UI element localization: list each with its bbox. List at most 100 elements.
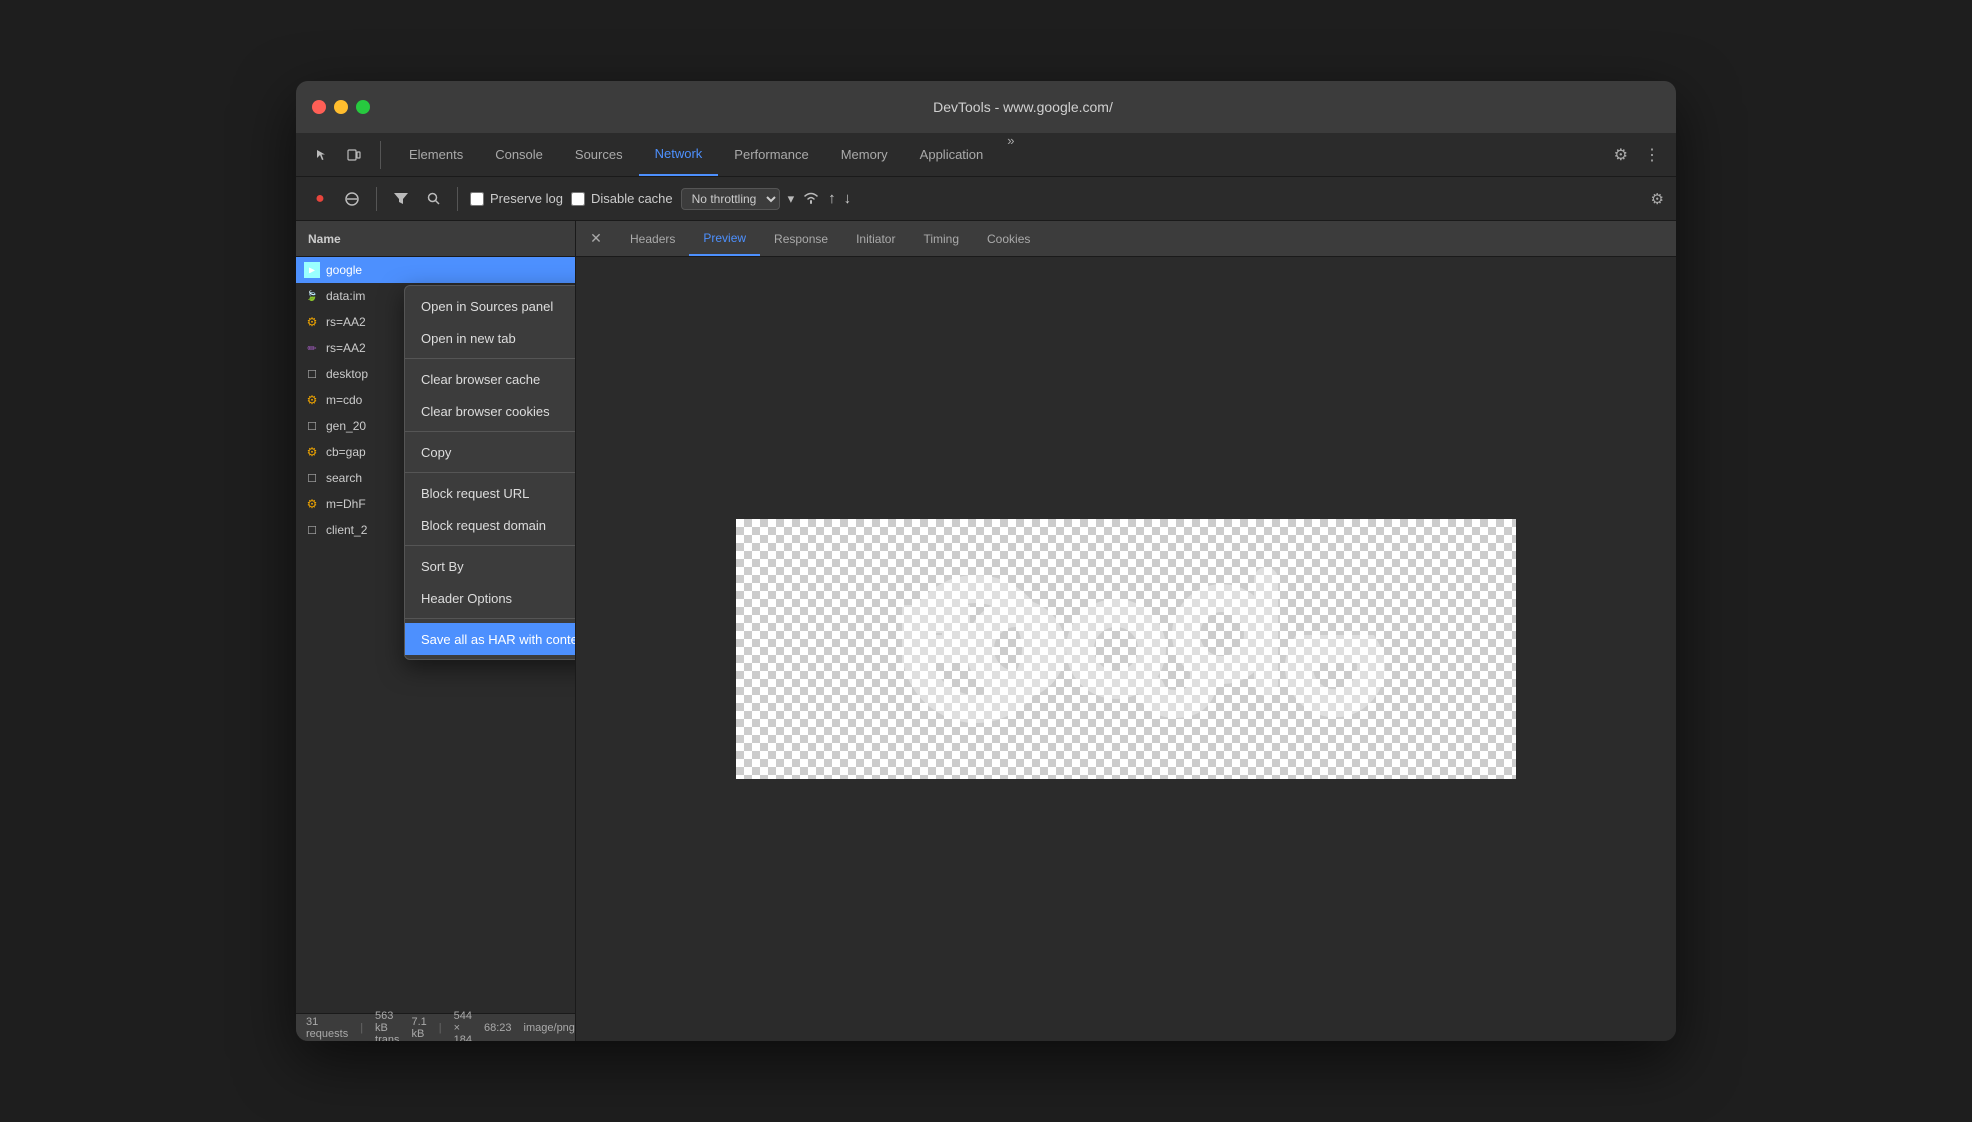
record-button[interactable]: ● <box>308 187 332 211</box>
throttle-dropdown-arrow[interactable]: ▾ <box>788 191 795 207</box>
ctx-open-new-tab[interactable]: Open in new tab <box>405 322 575 354</box>
status-bar: 31 requests | 563 kB trans 7.1 kB | 544 … <box>296 1013 575 1041</box>
preview-area <box>576 257 1676 1041</box>
network-toolbar: ● Preserve log Disable cache <box>296 177 1676 221</box>
download-icon[interactable]: ↓ <box>844 190 852 207</box>
ctx-open-sources[interactable]: Open in Sources panel <box>405 290 575 322</box>
nav-right: ⚙ ⋮ <box>1610 141 1664 169</box>
item-icon-google: ► <box>304 262 320 278</box>
item-icon-file2: ☐ <box>304 418 320 434</box>
google-logo-svg <box>836 549 1416 749</box>
status-requests: 31 requests <box>306 1016 348 1040</box>
name-column-header: Name <box>296 221 575 257</box>
item-name-rs1: rs=AA2 <box>326 315 366 329</box>
ctx-clear-cookies[interactable]: Clear browser cookies <box>405 395 575 427</box>
ctx-sep-4 <box>405 545 575 546</box>
minimize-button[interactable] <box>334 100 348 114</box>
item-icon-file1: ☐ <box>304 366 320 382</box>
more-options-icon[interactable]: ⋮ <box>1640 141 1664 169</box>
wifi-icon <box>802 190 820 208</box>
item-icon-gear2: ⚙ <box>304 392 320 408</box>
ctx-block-domain[interactable]: Block request domain <box>405 509 575 541</box>
detail-tabs: ✕ Headers Preview Response Initiator Tim… <box>576 221 1676 257</box>
status-transferred: 563 kB trans <box>375 1010 399 1042</box>
item-name-cbgap: cb=gap <box>326 445 366 459</box>
item-name-mdhf: m=DhF <box>326 497 366 511</box>
image-preview <box>736 519 1516 779</box>
item-name-mcdo: m=cdo <box>326 393 362 407</box>
ctx-sep-1 <box>405 358 575 359</box>
tab-sources[interactable]: Sources <box>559 133 639 176</box>
disable-cache-group: Disable cache <box>571 191 673 206</box>
main-tabs: Elements Console Sources Network Perform… <box>393 133 1023 176</box>
settings-icon[interactable]: ⚙ <box>1610 141 1632 169</box>
maximize-button[interactable] <box>356 100 370 114</box>
item-name-desktop: desktop <box>326 367 368 381</box>
item-icon-gear4: ⚙ <box>304 496 320 512</box>
item-icon-gear3: ⚙ <box>304 444 320 460</box>
ctx-block-url[interactable]: Block request URL <box>405 477 575 509</box>
filter-icon[interactable] <box>389 187 413 211</box>
ctx-sep-5 <box>405 618 575 619</box>
preserve-log-checkbox[interactable] <box>470 192 484 206</box>
toolbar-sep-2 <box>457 187 458 211</box>
tab-console[interactable]: Console <box>479 133 559 176</box>
cursor-icon[interactable] <box>308 141 336 169</box>
tab-headers[interactable]: Headers <box>616 221 689 256</box>
close-detail-button[interactable]: ✕ <box>584 227 608 251</box>
item-name-search: search <box>326 471 362 485</box>
ctx-copy[interactable]: Copy › <box>405 436 575 468</box>
preserve-log-label: Preserve log <box>490 191 563 206</box>
tab-preview[interactable]: Preview <box>689 221 760 256</box>
item-name-gen20: gen_20 <box>326 419 366 433</box>
title-bar: DevTools - www.google.com/ <box>296 81 1676 133</box>
ctx-sort-by[interactable]: Sort By › <box>405 550 575 582</box>
tab-memory[interactable]: Memory <box>825 133 904 176</box>
ctx-sep-2 <box>405 431 575 432</box>
status-type: image/png <box>524 1022 575 1034</box>
tab-response[interactable]: Response <box>760 221 842 256</box>
item-icon-file4: ☐ <box>304 522 320 538</box>
ctx-header-options[interactable]: Header Options › <box>405 582 575 614</box>
ctx-save-har[interactable]: Save all as HAR with content <box>405 623 575 655</box>
close-button[interactable] <box>312 100 326 114</box>
search-icon[interactable] <box>421 187 445 211</box>
request-item-google[interactable]: ► google <box>296 257 575 283</box>
item-icon-leaf: 🍃 <box>304 288 320 304</box>
tab-cookies[interactable]: Cookies <box>973 221 1044 256</box>
window-title: DevTools - www.google.com/ <box>386 99 1660 115</box>
status-size: 7.1 kB <box>412 1016 427 1040</box>
disable-cache-checkbox[interactable] <box>571 192 585 206</box>
item-icon-file3: ☐ <box>304 470 320 486</box>
item-icon-pencil: ✏ <box>304 340 320 356</box>
item-name-google: google <box>326 263 362 277</box>
disable-cache-label: Disable cache <box>591 191 673 206</box>
item-name-rs2: rs=AA2 <box>326 341 366 355</box>
item-name-client2: client_2 <box>326 523 367 537</box>
item-icon-gear1: ⚙ <box>304 314 320 330</box>
network-settings-icon[interactable]: ⚙ <box>1651 190 1664 208</box>
tab-initiator[interactable]: Initiator <box>842 221 909 256</box>
more-tabs-icon[interactable]: » <box>999 133 1022 176</box>
item-name-dataimf: data:im <box>326 289 365 303</box>
traffic-lights <box>312 100 370 114</box>
tab-network[interactable]: Network <box>639 133 719 176</box>
device-icon[interactable] <box>340 141 368 169</box>
status-time: 68:23 <box>484 1022 512 1034</box>
toolbar-sep-1 <box>376 187 377 211</box>
context-menu: Open in Sources panel Open in new tab Cl… <box>404 285 575 660</box>
ctx-clear-cache[interactable]: Clear browser cache <box>405 363 575 395</box>
detail-panel: ✕ Headers Preview Response Initiator Tim… <box>576 221 1676 1041</box>
tab-elements[interactable]: Elements <box>393 133 479 176</box>
nav-tabs: Elements Console Sources Network Perform… <box>296 133 1676 177</box>
tab-timing[interactable]: Timing <box>909 221 973 256</box>
devtools-window: DevTools - www.google.com/ Elements Cons… <box>296 81 1676 1041</box>
tab-performance[interactable]: Performance <box>718 133 824 176</box>
status-dimensions: 544 × 184 <box>454 1010 472 1042</box>
tab-application[interactable]: Application <box>904 133 1000 176</box>
upload-icon[interactable]: ↑ <box>828 190 836 207</box>
preserve-log-group: Preserve log <box>470 191 563 206</box>
throttle-select[interactable]: No throttling <box>681 188 780 210</box>
ctx-sep-3 <box>405 472 575 473</box>
clear-button[interactable] <box>340 187 364 211</box>
